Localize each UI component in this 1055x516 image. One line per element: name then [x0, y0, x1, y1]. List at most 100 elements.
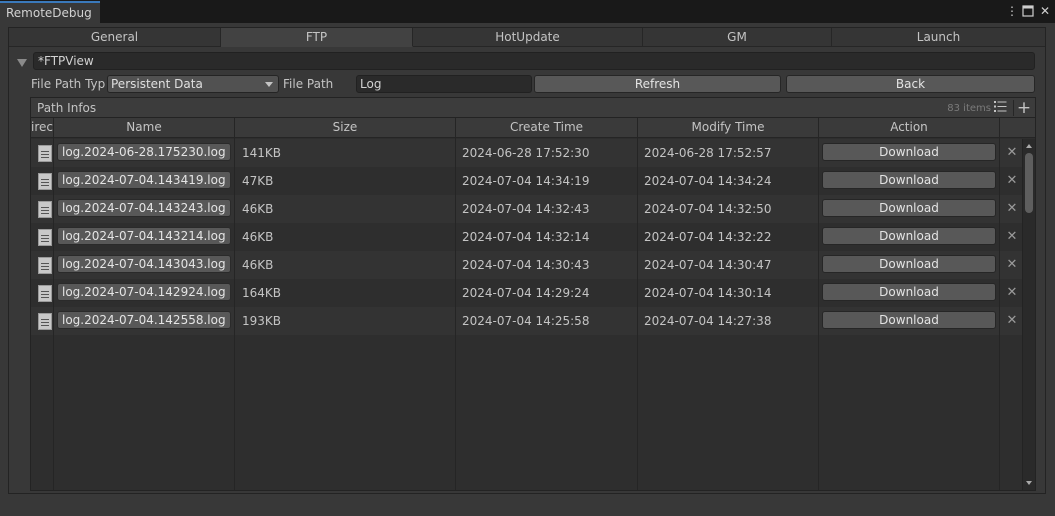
download-button[interactable]: Download [822, 143, 996, 161]
download-button[interactable]: Download [822, 255, 996, 273]
modify-time: 2024-06-28 17:52:57 [644, 146, 772, 160]
delete-icon[interactable]: ✕ [1006, 279, 1018, 307]
file-size: 46KB [242, 258, 274, 272]
scroll-up-icon[interactable] [1026, 144, 1032, 148]
modify-time: 2024-07-04 14:30:47 [644, 258, 772, 272]
column-header-extra [1000, 118, 1035, 138]
add-icon[interactable]: + [1015, 99, 1033, 117]
column-divider [999, 118, 1000, 490]
file-icon [38, 201, 52, 218]
refresh-button[interactable]: Refresh [534, 75, 781, 93]
maximize-icon[interactable] [1021, 3, 1035, 19]
file-path-input[interactable]: Log [356, 75, 532, 93]
main-panel: General FTP HotUpdate GM Launch *FTPView… [8, 27, 1046, 494]
file-size: 46KB [242, 202, 274, 216]
window-content: General FTP HotUpdate GM Launch *FTPView… [0, 23, 1055, 516]
file-name-field[interactable]: log.2024-07-04.143419.log [57, 171, 231, 189]
file-path-type-label: File Path Typ [31, 77, 105, 91]
column-header-modify-time[interactable]: Modify Time [638, 118, 819, 138]
file-size: 164KB [242, 286, 282, 300]
table-row[interactable]: log.2024-07-04.142924.log 164KB 2024-07-… [31, 279, 1022, 307]
foldout-arrow-icon[interactable] [17, 59, 27, 67]
column-header-name[interactable]: Name [54, 118, 235, 138]
table-row[interactable]: log.2024-07-04.143214.log 46KB 2024-07-0… [31, 223, 1022, 251]
window-tab[interactable]: RemoteDebug [0, 1, 100, 23]
list-header: Path Infos 83 items + [31, 98, 1035, 118]
tab-label: GM [727, 30, 747, 44]
column-divider [637, 118, 638, 490]
table-row[interactable]: log.2024-07-04.142558.log 193KB 2024-07-… [31, 307, 1022, 335]
close-icon[interactable]: ✕ [1038, 3, 1052, 19]
delete-icon[interactable]: ✕ [1006, 167, 1018, 195]
create-time: 2024-06-28 17:52:30 [462, 146, 590, 160]
delete-icon[interactable]: ✕ [1006, 251, 1018, 279]
table-row[interactable]: log.2024-07-04.143243.log 46KB 2024-07-0… [31, 195, 1022, 223]
table-row[interactable]: log.2024-06-28.175230.log 141KB 2024-06-… [31, 139, 1022, 167]
file-name-field[interactable]: log.2024-07-04.142558.log [57, 311, 231, 329]
file-icon [38, 145, 52, 162]
create-time: 2024-07-04 14:30:43 [462, 258, 590, 272]
delete-icon[interactable]: ✕ [1006, 307, 1018, 335]
download-button[interactable]: Download [822, 171, 996, 189]
table-row[interactable]: log.2024-07-04.143043.log 46KB 2024-07-0… [31, 251, 1022, 279]
delete-icon[interactable]: ✕ [1006, 195, 1018, 223]
create-time: 2024-07-04 14:32:14 [462, 230, 590, 244]
vertical-ellipsis-icon[interactable]: ⋮ [1005, 3, 1019, 19]
tab-ftp[interactable]: FTP [221, 28, 413, 47]
delete-icon[interactable]: ✕ [1006, 223, 1018, 251]
file-size: 47KB [242, 174, 274, 188]
tab-label: General [90, 30, 139, 44]
tab-label: Launch [916, 30, 961, 44]
download-button[interactable]: Download [822, 227, 996, 245]
list-rows: log.2024-06-28.175230.log 141KB 2024-06-… [31, 139, 1022, 490]
table-row[interactable]: log.2024-07-04.143419.log 47KB 2024-07-0… [31, 167, 1022, 195]
download-button[interactable]: Download [822, 199, 996, 217]
foldout-label: *FTPView [38, 54, 94, 68]
file-name-field[interactable]: log.2024-07-04.142924.log [57, 283, 231, 301]
file-size: 193KB [242, 314, 282, 328]
tab-general[interactable]: General [9, 28, 221, 47]
modify-time: 2024-07-04 14:32:22 [644, 230, 772, 244]
back-button[interactable]: Back [786, 75, 1035, 93]
modify-time: 2024-07-04 14:32:50 [644, 202, 772, 216]
column-divider [455, 118, 456, 490]
column-header-size[interactable]: Size [235, 118, 456, 138]
modify-time: 2024-07-04 14:27:38 [644, 314, 772, 328]
download-button[interactable]: Download [822, 283, 996, 301]
tab-label: HotUpdate [495, 30, 560, 44]
column-header-action[interactable]: Action [819, 118, 1000, 138]
create-time: 2024-07-04 14:34:19 [462, 174, 590, 188]
file-icon [38, 229, 52, 246]
scroll-down-icon[interactable] [1026, 481, 1032, 485]
title-bar: RemoteDebug ⋮ ✕ [0, 0, 1055, 23]
vertical-scrollbar[interactable] [1022, 139, 1035, 490]
item-count: 83 items [947, 103, 991, 114]
file-name-field[interactable]: log.2024-07-04.143043.log [57, 255, 231, 273]
file-size: 141KB [242, 146, 282, 160]
column-header-create-time[interactable]: Create Time [456, 118, 638, 138]
list-title: Path Infos [37, 101, 97, 115]
column-divider [53, 118, 54, 490]
tab-launch[interactable]: Launch [832, 28, 1045, 47]
header-divider [1013, 100, 1014, 116]
file-name-field[interactable]: log.2024-07-04.143214.log [57, 227, 231, 245]
file-path-label: File Path [283, 77, 334, 91]
delete-icon[interactable]: ✕ [1006, 139, 1018, 167]
column-divider [818, 118, 819, 490]
tab-hotupdate[interactable]: HotUpdate [413, 28, 643, 47]
file-icon [38, 313, 52, 330]
create-time: 2024-07-04 14:32:43 [462, 202, 590, 216]
file-size: 46KB [242, 230, 274, 244]
file-name-field[interactable]: log.2024-06-28.175230.log [57, 143, 231, 161]
file-name-field[interactable]: log.2024-07-04.143243.log [57, 199, 231, 217]
column-header-directory[interactable]: irec [31, 118, 54, 138]
foldout-header[interactable]: *FTPView [33, 52, 1035, 70]
tab-gm[interactable]: GM [643, 28, 832, 47]
scrollbar-thumb[interactable] [1025, 153, 1033, 213]
download-button[interactable]: Download [822, 311, 996, 329]
modify-time: 2024-07-04 14:34:24 [644, 174, 772, 188]
tab-bar: General FTP HotUpdate GM Launch [9, 28, 1045, 47]
column-divider [234, 118, 235, 490]
list-options-icon[interactable] [991, 99, 1009, 117]
file-path-type-dropdown[interactable]: Persistent Data [107, 75, 279, 93]
